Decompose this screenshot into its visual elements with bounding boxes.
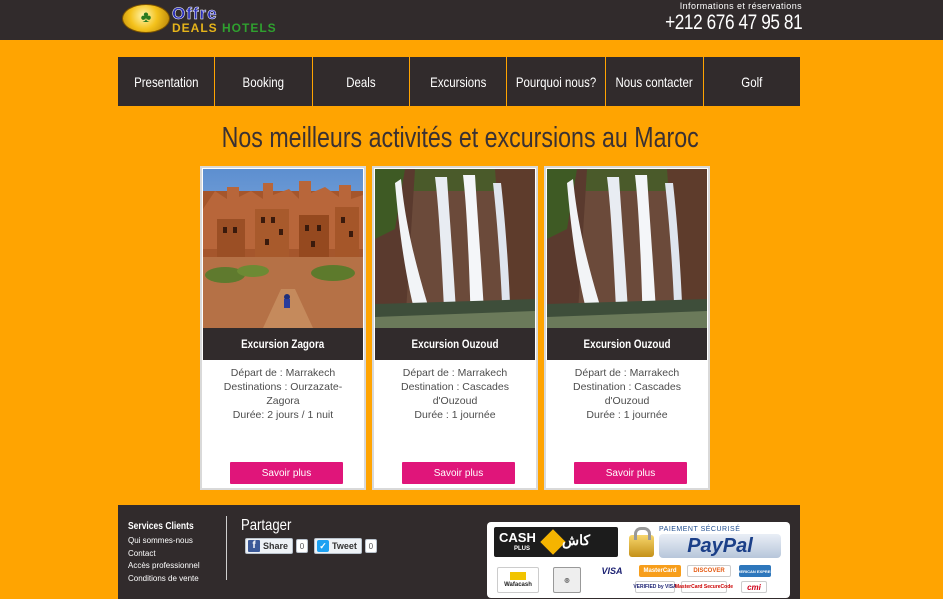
amex-badge: AMERICAN EXPRESS — [734, 565, 776, 577]
nav-item-pourquoi-nous[interactable]: Pourquoi nous? — [507, 57, 607, 106]
footer-link-acces-professionnel[interactable]: Accès professionnel — [128, 560, 205, 573]
nav-item-deals[interactable]: Deals — [313, 57, 410, 106]
facebook-share: f Share 0 — [245, 538, 309, 554]
share-title: Partager — [241, 517, 292, 534]
padlock-icon — [629, 527, 654, 557]
card-title: Excursion Zagora — [203, 328, 363, 360]
card-badges: Wafacash ◎ VISA MasterCard DISCOVER AMER… — [495, 563, 787, 595]
cashplus-logo: CASH PLUS كاش — [494, 527, 618, 557]
nav-item-golf[interactable]: Golf — [704, 57, 800, 106]
main-nav: Presentation Booking Deals Excursions Po… — [118, 57, 800, 106]
waterfall-photo[interactable] — [375, 169, 535, 328]
logo-word-deals-hotels: DEALS HOTELS — [172, 21, 277, 35]
facebook-icon: f — [248, 540, 260, 552]
nav-item-presentation[interactable]: Presentation — [118, 57, 216, 106]
securecode-badge: MasterCard SecureCode — [675, 581, 733, 593]
services-title: Services Clients — [128, 521, 194, 532]
discover-badge: DISCOVER — [687, 565, 731, 577]
waterfall-photo[interactable] — [547, 169, 707, 328]
footer-link-qui-sommes-nous[interactable]: Qui sommes-nous — [128, 535, 205, 548]
logo-word-offre: Offre — [172, 4, 218, 23]
footer-link-conditions-de-vente[interactable]: Conditions de vente — [128, 573, 205, 586]
nav-item-excursions[interactable]: Excursions — [410, 57, 508, 106]
card-title: Excursion Ouzoud — [375, 328, 535, 360]
tweet-count: 0 — [364, 539, 377, 553]
excursion-card: Excursion Ouzoud Départ de : Marrakech D… — [544, 166, 710, 490]
paypal-logo: PAIEMENT SÉCURISÉ PayPal — [627, 525, 787, 561]
card-description: Départ de : Marrakech Destination : Casc… — [401, 367, 509, 421]
verified-by-visa-badge: VERIFIED by VISA — [633, 581, 677, 593]
nav-item-nous-contacter[interactable]: Nous contacter — [606, 57, 704, 106]
nav-item-booking[interactable]: Booking — [215, 57, 313, 106]
kasbah-photo[interactable] — [203, 169, 363, 328]
savoir-plus-button[interactable]: Savoir plus — [402, 462, 515, 484]
palm-tree-icon: ♣ — [140, 9, 152, 26]
cmi-badge: cmi — [741, 581, 767, 593]
card-description: Départ de : Marrakech Destination : Casc… — [573, 367, 681, 421]
info-label: Informations et réservations — [679, 1, 802, 11]
mastercard-badge: MasterCard — [639, 565, 681, 577]
site-logo[interactable]: ♣ Offre DEALS HOTELS — [122, 3, 290, 36]
bank-badge: ◎ — [553, 567, 581, 593]
excursion-card: Excursion Ouzoud Départ de : Marrakech D… — [372, 166, 538, 490]
tweet-button[interactable]: ✓ Tweet — [314, 538, 362, 554]
page-title: Nos meilleurs activités et excursions au… — [221, 122, 699, 154]
wafacash-logo: Wafacash — [497, 567, 539, 593]
card-description: Départ de : Marrakech Destinations : Our… — [223, 367, 343, 421]
payment-logos: CASH PLUS كاش PAIEMENT SÉCURISÉ PayPal W… — [487, 522, 790, 598]
savoir-plus-button[interactable]: Savoir plus — [574, 462, 687, 484]
twitter-share: ✓ Tweet 0 — [314, 538, 377, 554]
top-bar: ♣ Offre DEALS HOTELS Informations et rés… — [0, 0, 943, 40]
share-section: Partager — [241, 516, 302, 536]
excursion-card: Excursion Zagora Départ de : Marrakech D… — [200, 166, 366, 490]
phone-number[interactable]: +212 676 47 95 81 — [665, 11, 803, 35]
twitter-icon: ✓ — [317, 540, 330, 552]
footer-link-contact[interactable]: Contact — [128, 548, 205, 561]
share-buttons: f Share 0 ✓ Tweet 0 — [245, 538, 377, 554]
card-title: Excursion Ouzoud — [547, 328, 707, 360]
savoir-plus-button[interactable]: Savoir plus — [230, 462, 343, 484]
services-clients: Services Clients Qui sommes-nous Contact… — [128, 516, 205, 585]
visa-badge: VISA — [591, 565, 633, 577]
share-count: 0 — [296, 539, 309, 553]
footer-divider — [226, 516, 227, 580]
footer: Services Clients Qui sommes-nous Contact… — [118, 505, 800, 599]
facebook-share-button[interactable]: f Share — [245, 538, 294, 554]
contact-block: Informations et réservations +212 676 47… — [635, 1, 803, 35]
